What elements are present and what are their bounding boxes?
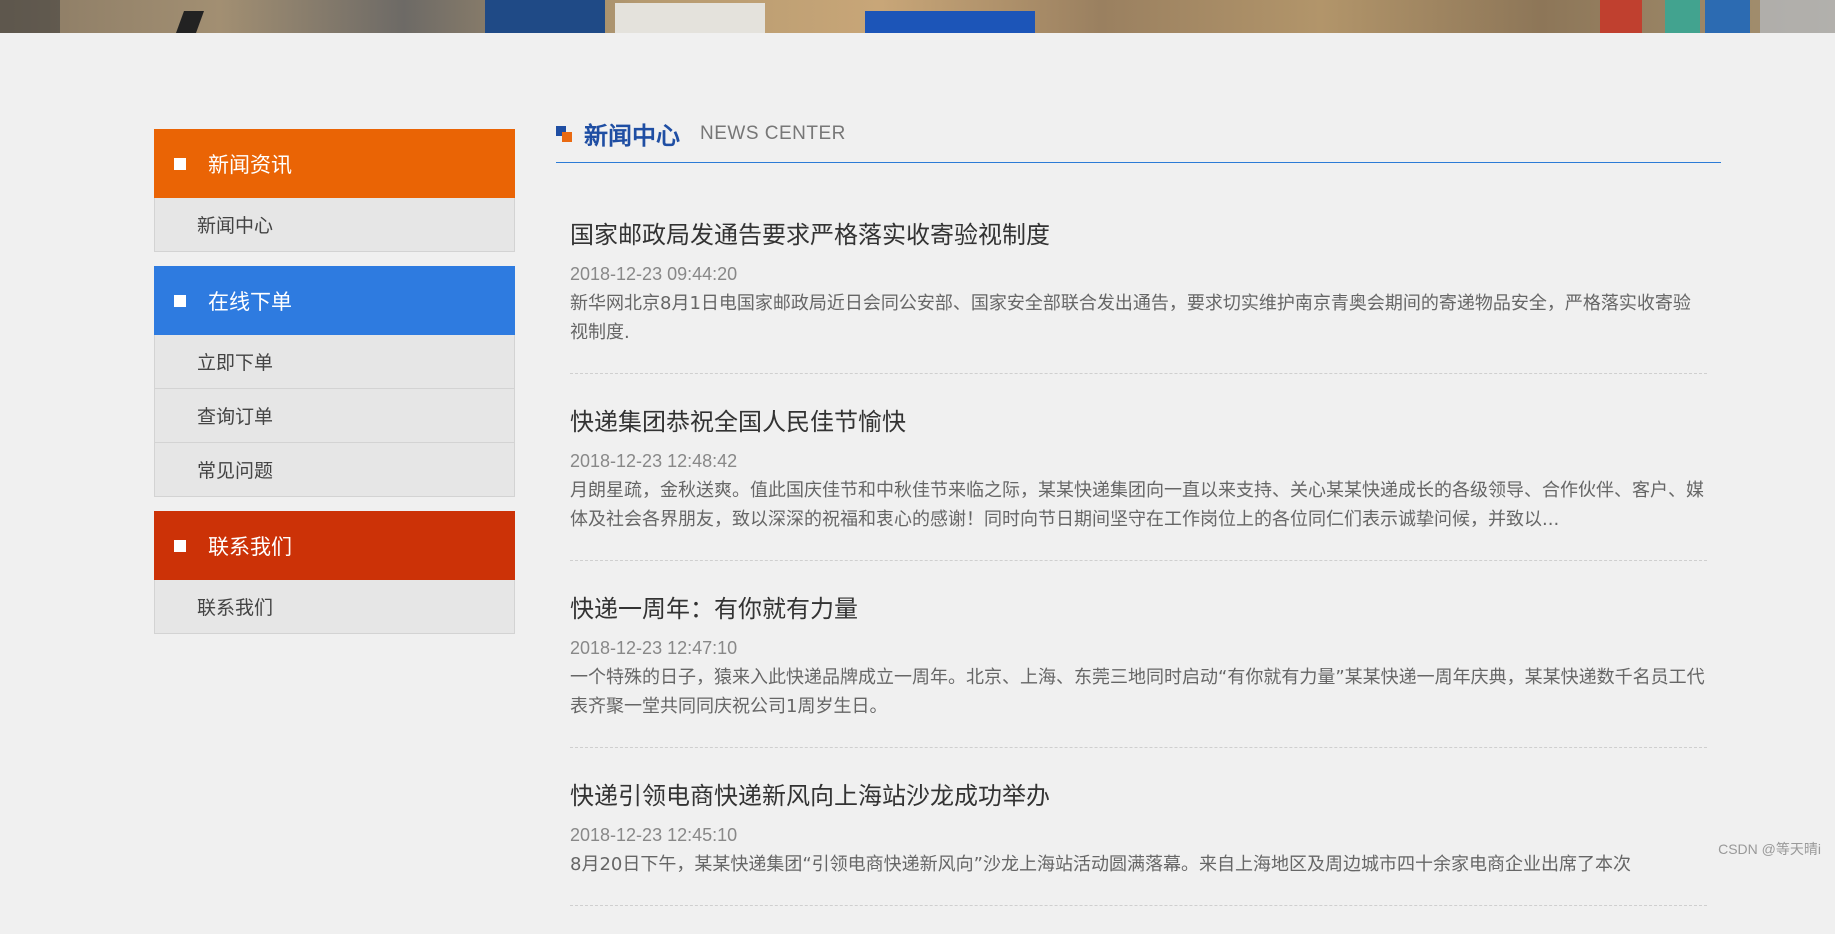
section-header: 新闻中心 NEWS CENTER	[556, 105, 1721, 163]
watermark: CSDN @等天晴i	[1718, 839, 1821, 859]
news-date: 2018-12-23 12:48:42	[570, 451, 1707, 472]
news-summary: 新华网北京8月1日电国家邮政局近日会同公安部、国家安全部联合发出通告，要求切实维…	[570, 289, 1707, 347]
news-date: 2018-12-23 12:47:10	[570, 638, 1707, 659]
news-item: 快递集团恭祝全国人民佳节愉快 2018-12-23 12:48:42 月朗星疏，金秋…	[570, 402, 1707, 561]
news-title-link[interactable]: 快递一周年：有你就有力量	[570, 589, 1707, 624]
square-bullet-icon	[174, 540, 186, 552]
sidebar-group-header[interactable]: 在线下单	[154, 266, 515, 335]
sidebar-item[interactable]: 立即下单	[154, 335, 515, 389]
square-bullet-icon	[174, 158, 186, 170]
sidebar-item[interactable]: 新闻中心	[154, 198, 515, 252]
section-subtitle: NEWS CENTER	[700, 123, 846, 145]
news-summary: 一个特殊的日子，猿来入此快递品牌成立一周年。北京、上海、东莞三地同时启动“有你就…	[570, 663, 1707, 721]
sidebar-group-title: 联系我们	[208, 531, 292, 561]
header-banner-image	[0, 0, 1835, 33]
news-title-link[interactable]: 快递引领电商快递新风向上海站沙龙成功举办	[570, 776, 1707, 811]
news-item: 快递一周年：有你就有力量 2018-12-23 12:47:10 一个特殊的日子，猿…	[570, 589, 1707, 748]
sidebar-group-header[interactable]: 联系我们	[154, 511, 515, 580]
news-date: 2018-12-23 12:45:10	[570, 825, 1707, 846]
sidebar-group: 联系我们联系我们	[154, 511, 515, 634]
sidebar-group-header[interactable]: 新闻资讯	[154, 129, 515, 198]
sidebar-item[interactable]: 联系我们	[154, 580, 515, 634]
news-title-link[interactable]: 国家邮政局发通告要求严格落实收寄验视制度	[570, 215, 1707, 250]
sidebar-group: 新闻资讯新闻中心	[154, 129, 515, 252]
sidebar: 新闻资讯新闻中心在线下单立即下单查询订单常见问题联系我们联系我们	[154, 129, 515, 648]
news-item: 快递引领电商快递新风向上海站沙龙成功举办2018-12-23 12:45:108…	[570, 776, 1707, 906]
news-item: 国家邮政局发通告要求严格落实收寄验视制度 2018-12-23 09:44:20 新…	[570, 215, 1707, 374]
sidebar-group-title: 新闻资讯	[208, 149, 292, 179]
news-list: 国家邮政局发通告要求严格落实收寄验视制度 2018-12-23 09:44:20 新…	[556, 163, 1721, 906]
section-title: 新闻中心	[584, 116, 680, 151]
sidebar-item[interactable]: 查询订单	[154, 389, 515, 443]
news-date: 2018-12-23 09:44:20	[570, 264, 1707, 285]
sidebar-item[interactable]: 常见问题	[154, 443, 515, 497]
news-title-link[interactable]: 快递集团恭祝全国人民佳节愉快	[570, 402, 1707, 437]
section-icon	[556, 126, 572, 142]
main-content: 新闻中心 NEWS CENTER 国家邮政局发通告要求严格落实收寄验视制度 201…	[556, 105, 1721, 934]
sidebar-group-title: 在线下单	[208, 286, 292, 316]
square-bullet-icon	[174, 295, 186, 307]
news-summary: 月朗星疏，金秋送爽。值此国庆佳节和中秋佳节来临之际，某某快递集团向一直以来支持、…	[570, 476, 1707, 534]
sidebar-group: 在线下单立即下单查询订单常见问题	[154, 266, 515, 497]
